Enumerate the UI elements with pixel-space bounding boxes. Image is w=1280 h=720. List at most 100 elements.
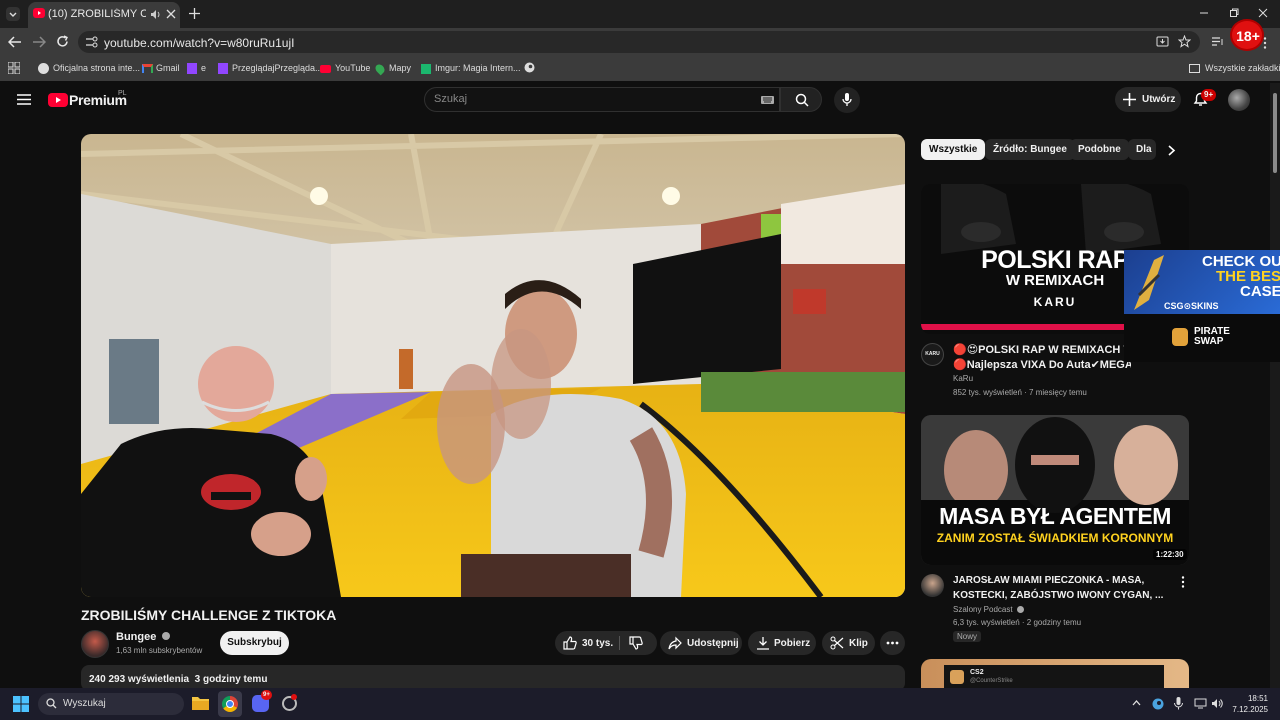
recommendation-channel-avatar[interactable]: KARU xyxy=(921,343,944,366)
close-window-icon[interactable] xyxy=(1258,8,1268,18)
bookmark-item[interactable]: Oficjalna strona inte... xyxy=(38,61,140,75)
bookmark-label: YouTube xyxy=(335,63,371,73)
age-restriction-badge: 18+ xyxy=(1230,19,1264,51)
download-label: Pobierz xyxy=(774,638,811,649)
channel-name[interactable]: Bungee xyxy=(116,631,171,643)
apps-grid-icon[interactable] xyxy=(8,62,20,74)
bookmark-item[interactable]: Mapy xyxy=(373,61,412,75)
channel-name-text: Bungee xyxy=(116,631,157,643)
search-button[interactable] xyxy=(780,87,822,112)
share-button[interactable]: Udostępnij xyxy=(660,631,742,655)
video-duration: 1:22:30 xyxy=(1153,549,1187,560)
like-count: 30 tys. xyxy=(582,638,614,649)
account-avatar[interactable] xyxy=(1228,89,1250,111)
chip-for-you[interactable]: Dla xyxy=(1128,139,1156,160)
bookmark-label: Mapy xyxy=(389,63,412,73)
bookmark-item[interactable]: PrzeglądajPrzegląda... xyxy=(218,61,323,75)
steam-tray-icon[interactable] xyxy=(1152,698,1164,710)
recommendation-channel[interactable]: Szalony Podcast xyxy=(953,605,1024,614)
share-label: Udostępnij xyxy=(687,638,739,649)
recommendation-channel-avatar[interactable] xyxy=(921,574,944,597)
close-tab-icon[interactable] xyxy=(166,9,176,19)
twitch-icon xyxy=(218,63,228,75)
bookmark-item[interactable]: YouTube xyxy=(320,61,370,75)
voice-search-button[interactable] xyxy=(834,87,860,113)
minimize-icon[interactable] xyxy=(1199,8,1209,18)
region-code: PL xyxy=(118,90,127,97)
chip-related[interactable]: Podobne xyxy=(1070,139,1129,160)
browser-menu-icon[interactable] xyxy=(1263,37,1267,49)
bookmark-item[interactable]: Gmail xyxy=(142,61,180,75)
scrollbar-thumb[interactable] xyxy=(1273,93,1277,173)
like-dislike-group: 30 tys. xyxy=(555,631,657,655)
app-icon[interactable] xyxy=(282,694,297,711)
clock[interactable]: 18:51 7.12.2025 xyxy=(1228,693,1268,715)
like-button[interactable]: 30 tys. xyxy=(555,631,619,655)
steam-icon[interactable] xyxy=(524,62,535,73)
discord-icon[interactable]: 9+ xyxy=(252,690,272,712)
ad-top-panel: CHECK OU THE BES CASE CSG⊙SKINS xyxy=(1124,250,1280,314)
download-button[interactable]: Pobierz xyxy=(748,631,816,655)
recommendation-channel[interactable]: KaRu xyxy=(953,374,973,383)
ad-banner[interactable]: CHECK OU THE BES CASE CSG⊙SKINS PIRATE S… xyxy=(1124,250,1280,362)
clock-time: 18:51 xyxy=(1247,694,1268,703)
channel-avatar[interactable] xyxy=(81,630,109,658)
hamburger-menu-icon[interactable] xyxy=(17,94,31,105)
recommendation-title[interactable]: 🔴😍POLSKI RAP W REMIXACH VOL. 🔴Najlepsza … xyxy=(953,343,1131,373)
bookmark-item[interactable]: Imgur: Magia Intern... xyxy=(421,61,521,75)
network-icon[interactable] xyxy=(1194,698,1207,709)
windows-start-icon[interactable] xyxy=(13,696,29,712)
more-actions-button[interactable] xyxy=(880,631,905,655)
media-controls-icon[interactable] xyxy=(1211,36,1224,47)
more-vertical-icon[interactable] xyxy=(1181,576,1185,588)
taskbar-search-input[interactable]: Wyszukaj xyxy=(63,698,106,709)
back-icon[interactable] xyxy=(8,36,22,48)
install-app-icon[interactable] xyxy=(1156,35,1169,48)
scissors-icon xyxy=(830,636,844,650)
volume-icon[interactable] xyxy=(1211,698,1224,709)
keyboard-icon[interactable] xyxy=(761,96,774,104)
file-explorer-icon[interactable] xyxy=(192,695,209,710)
search-input[interactable]: Szukaj xyxy=(434,93,467,105)
subscribe-button[interactable]: Subskrybuj xyxy=(220,631,289,655)
view-count: 240 293 wyświetlenia xyxy=(89,674,190,685)
video-frame xyxy=(81,134,905,597)
new-badge: Nowy xyxy=(953,631,982,642)
bookmark-item[interactable]: e xyxy=(187,61,206,75)
page-scrollbar[interactable] xyxy=(1270,83,1280,688)
chrome-center xyxy=(226,700,234,708)
reload-icon[interactable] xyxy=(56,35,69,48)
recommendation-title-line1: 🔴😍POLSKI RAP W REMIXACH VOL. xyxy=(953,344,1131,356)
chrome-taskbar-button[interactable] xyxy=(218,691,242,717)
create-label: Utwórz xyxy=(1142,94,1176,105)
create-button[interactable]: Utwórz xyxy=(1115,87,1181,112)
site-info-icon[interactable] xyxy=(85,36,98,48)
url-text[interactable]: youtube.com/watch?v=w80ruRu1ujI xyxy=(104,36,294,50)
chip-source-bungee[interactable]: Źródło: Bungee xyxy=(985,139,1075,160)
clip-button[interactable]: Klip xyxy=(822,631,875,655)
taskbar-search[interactable]: Wyszukaj xyxy=(38,693,184,715)
tray-expand-icon[interactable] xyxy=(1132,700,1141,706)
notification-count-badge: 9+ xyxy=(1201,89,1217,101)
recommendation-title[interactable]: JAROSŁAW MIAMI PIECZONKA - MASA, KOSTECK… xyxy=(953,573,1163,603)
browser-tab[interactable]: (10) ZROBILIŚMY CHALLENGE xyxy=(28,2,180,28)
all-bookmarks[interactable]: Wszystkie zakładki xyxy=(1189,61,1280,75)
youtube-favicon-icon xyxy=(33,8,45,18)
chip-all[interactable]: Wszystkie xyxy=(921,139,986,160)
video-player[interactable] xyxy=(81,134,905,597)
search-box[interactable]: Szukaj xyxy=(424,87,780,112)
microphone-tray-icon[interactable] xyxy=(1174,697,1183,710)
thumbs-down-icon[interactable] xyxy=(629,636,643,650)
chips-next-icon[interactable] xyxy=(1168,145,1176,156)
forward-icon[interactable] xyxy=(32,36,46,48)
new-tab-icon[interactable] xyxy=(189,8,200,19)
recommendation-thumbnail[interactable]: MASA BYŁ AGENTEM ZANIM ZOSTAŁ ŚWIADKIEM … xyxy=(921,415,1189,565)
more-horizontal-icon xyxy=(886,641,899,645)
bookmark-star-icon[interactable] xyxy=(1178,35,1191,48)
restore-icon[interactable] xyxy=(1229,8,1239,18)
bookmark-label: Oficjalna strona inte... xyxy=(53,63,141,73)
tab-search-icon[interactable] xyxy=(6,7,20,21)
plus-icon xyxy=(1123,93,1136,106)
speaker-icon[interactable] xyxy=(150,9,161,20)
twitch-icon xyxy=(187,63,197,75)
